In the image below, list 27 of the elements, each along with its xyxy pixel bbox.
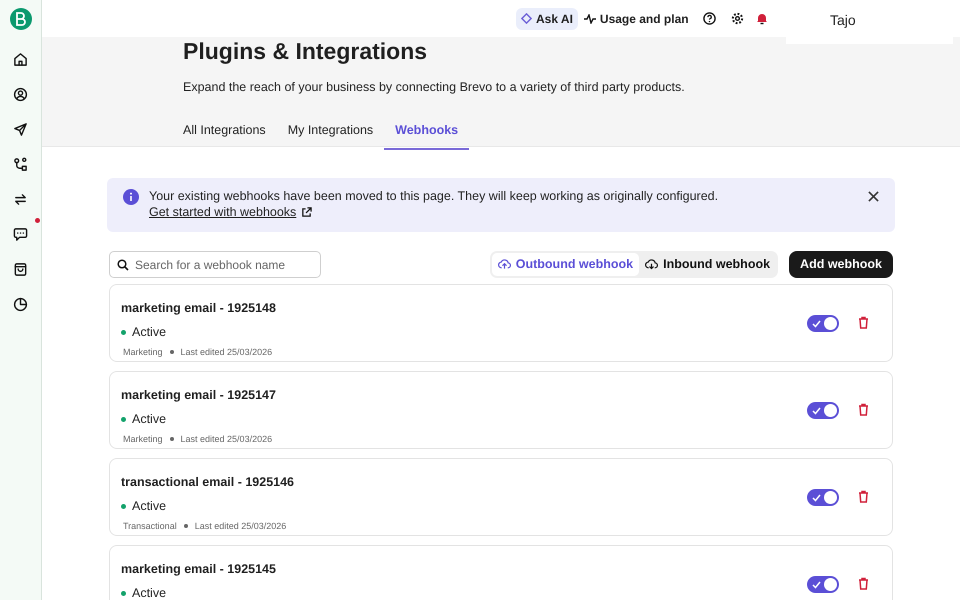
last-edited: Last edited 25/03/2026 [180,432,272,446]
webhook-type: Marketing [123,346,163,359]
webhook-name: marketing email - 1925147 [121,387,276,404]
usage-and-plan-button[interactable]: Usage and plan [584,10,689,28]
tab[interactable]: Webhooks [384,114,470,150]
webhook-name: marketing email - 1925145 [121,561,276,578]
last-edited: Last edited 25/03/2026 [180,346,272,358]
tab[interactable]: My Integrations [276,114,384,150]
status-text: Active [132,584,166,600]
search-field[interactable]: Search for a webhook name [109,251,321,278]
ask-ai-button[interactable]: Ask AI [516,8,578,30]
status-text: Active [132,498,166,515]
page-title: Plugins & Integrations [183,38,428,64]
webhook-name: marketing email - 1925148 [121,300,276,317]
banner-message: Your existing webhooks have been moved to this page. They will keep working as originally configured. [149,188,718,204]
status-text: Active [132,410,166,428]
tab[interactable]: All Integrations [172,114,277,150]
page-subtitle: Expand the reach of your business by connecting Brevo to a variety of third party products. [183,79,685,96]
get-started-link[interactable]: Get started with webhooks [149,204,312,220]
status-text: Active [132,324,166,341]
add-webhook-button[interactable]: Add webhook [789,251,893,278]
direction-tab[interactable]: Outbound webhook [492,253,640,276]
webhook-name: transactional email - 1925146 [121,474,294,491]
webhook-type: Transactional [123,520,177,532]
last-edited: Last edited 25/03/2026 [194,520,286,532]
direction-tab[interactable]: Inbound webhook [639,253,776,276]
webhook-type: Marketing [123,432,163,446]
